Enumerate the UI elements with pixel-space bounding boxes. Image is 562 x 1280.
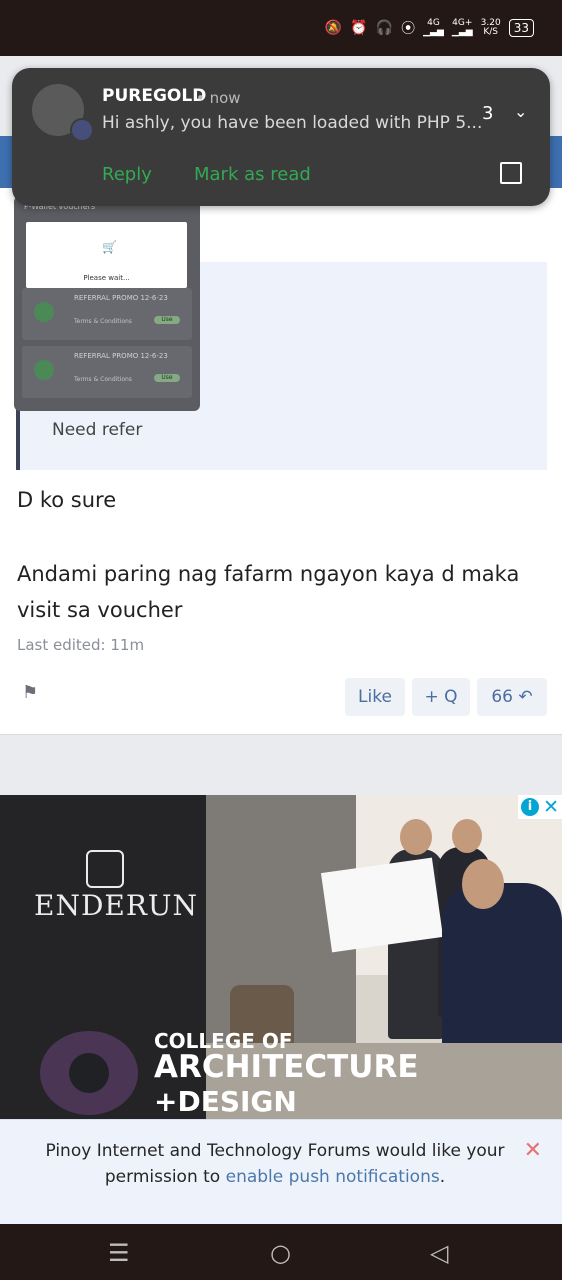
recent-apps-icon[interactable]: ☰ (108, 1239, 130, 1267)
alarm-icon: ⏰ (350, 20, 368, 36)
app-badge-icon (70, 118, 94, 142)
enable-push-link[interactable]: enable push notifications (226, 1167, 440, 1187)
advertisement[interactable]: ENDERUN COLLEGE OF ARCHITECTURE +DESIGN … (0, 795, 562, 1119)
push-message: Pinoy Internet and Technology Forums wou… (45, 1141, 505, 1187)
post-line-1: D ko sure (17, 488, 117, 512)
last-edited: Last edited: 11m (17, 636, 145, 654)
chevron-down-icon[interactable]: ⌄ (514, 102, 527, 121)
notification-message: Hi ashly, you have been loaded with PHP … (102, 113, 483, 133)
ad-choices[interactable]: i ✕ (518, 795, 562, 819)
please-wait-text: Please wait... (83, 274, 130, 282)
ad-brand: ENDERUN (34, 889, 199, 922)
voucher-title: REFERRAL PROMO 12-6-23 (74, 294, 168, 302)
quote-add-button[interactable]: + Q (412, 678, 470, 716)
ad-headline-3: +DESIGN (154, 1085, 297, 1118)
reply-icon: ↶ (518, 687, 533, 707)
push-permission-banner: Pinoy Internet and Technology Forums wou… (0, 1119, 562, 1224)
photo-blueprint (320, 857, 444, 953)
back-icon[interactable]: ◁ (430, 1239, 448, 1267)
close-icon[interactable]: ✕ (524, 1138, 542, 1163)
expand-icon[interactable] (500, 162, 522, 184)
status-icons: 🔕 ⏰ 🎧 ⦿ 4G ▁▃▅ 4G+ ▁▃▅ 3.20 K/S 33 (325, 18, 534, 38)
reply-quote-button[interactable]: 66 ↶ (477, 678, 547, 716)
voucher-terms: Terms & Conditions (74, 318, 132, 325)
voucher-icon (34, 360, 54, 380)
home-icon[interactable]: ○ (270, 1239, 291, 1267)
voucher-row: REFERRAL PROMO 12-6-23 Terms & Condition… (22, 288, 192, 340)
mute-icon: 🔕 (324, 20, 343, 36)
report-flag-icon[interactable]: ⚑ (22, 682, 42, 703)
voucher-use-button: Use (154, 374, 180, 382)
photo-person-head (452, 819, 482, 853)
mark-as-read-button[interactable]: Mark as read (194, 164, 311, 185)
notification-time: • now (196, 89, 241, 107)
cart-icon: 🛒 (102, 240, 117, 254)
voucher-terms: Terms & Conditions (74, 376, 132, 383)
photo-person-head (400, 819, 432, 855)
battery-icon: 33 (508, 19, 534, 37)
android-nav-bar: ☰ ○ ◁ (0, 1224, 562, 1280)
ad-logo-icon (40, 1031, 138, 1115)
signal-4g-icon: 4G ▁▃▅ (423, 18, 444, 37)
post-line-2: Andami paring nag fafarm ngayon kaya d m… (17, 562, 520, 586)
signal-4g-plus-icon: 4G+ ▁▃▅ (451, 18, 473, 37)
headset-icon: 🎧 (375, 20, 394, 36)
photo-person-head (462, 859, 504, 909)
like-button[interactable]: Like (345, 678, 405, 716)
post-line-3: visit sa voucher (17, 598, 183, 622)
hotspot-icon: ⦿ (401, 21, 416, 37)
please-wait-card: 🛒 Please wait... (26, 222, 187, 288)
quote-icon: 66 (491, 687, 513, 707)
ad-headline-2: ARCHITECTURE (154, 1049, 419, 1085)
ad-info-icon[interactable]: i (521, 798, 539, 816)
voucher-row: REFERRAL PROMO 12-6-23 Terms & Condition… (22, 346, 192, 398)
voucher-title: REFERRAL PROMO 12-6-23 (74, 352, 168, 360)
ad-close-icon[interactable]: ✕ (543, 796, 559, 818)
voucher-use-button: Use (154, 316, 180, 324)
status-bar: 🔕 ⏰ 🎧 ⦿ 4G ▁▃▅ 4G+ ▁▃▅ 3.20 K/S 33 (0, 0, 562, 56)
notification-card[interactable]: PUREGOLD • now Hi ashly, you have been l… (12, 68, 550, 206)
photo-person (442, 883, 562, 1051)
reply-button[interactable]: Reply (102, 164, 152, 185)
screenshot-thumbnail[interactable]: P-Wallet vouchers 🛒 Please wait... REFER… (14, 196, 200, 411)
notification-app-name: PUREGOLD (102, 86, 207, 106)
quote-text: Need refer (52, 420, 143, 440)
voucher-icon (34, 302, 54, 322)
notification-count: 3 (482, 103, 494, 124)
speed-readout: 3.20 K/S (480, 18, 501, 37)
enderun-crest-icon (86, 850, 124, 888)
